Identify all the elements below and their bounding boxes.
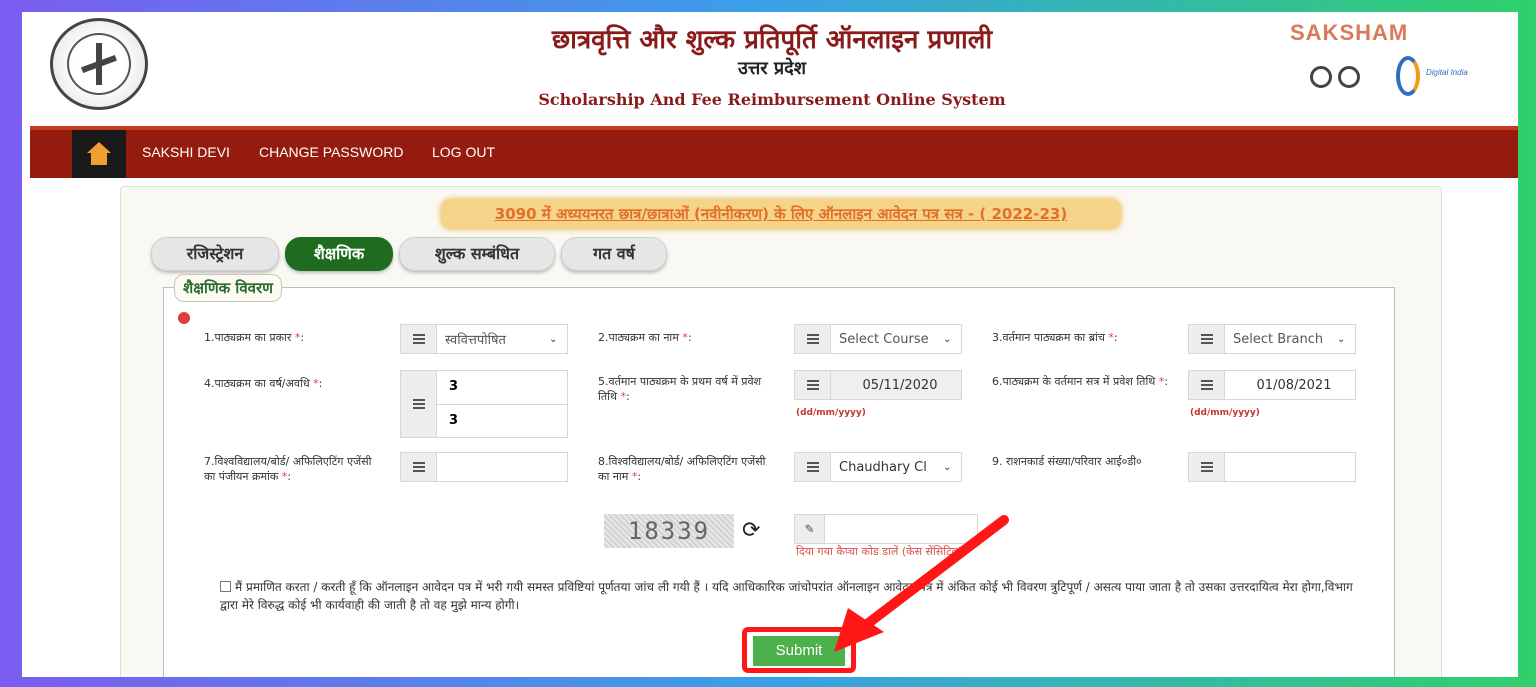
nav-logout[interactable]: LOG OUT <box>432 144 495 160</box>
date-format-hint: (dd/mm/yyyy) <box>796 408 866 418</box>
course-name-select[interactable]: Select Course ⌄ <box>794 324 962 354</box>
state-name: उत्तर प्रदेश <box>738 58 806 79</box>
course-type-label: 1.पाठ्यक्रम का प्रकार *: <box>204 331 305 344</box>
submit-highlight-box: Submit <box>742 627 856 673</box>
branch-label: 3.वर्तमान पाठ्यक्रम का ब्रांच *: <box>992 331 1118 344</box>
course-year-input[interactable]: 3 <box>437 371 567 405</box>
session-admission-label: 6.पाठ्यक्रम के वर्तमान सत्र में प्रवेश त… <box>992 375 1169 388</box>
edit-icon: ✎ <box>795 515 825 543</box>
site-title-english: Scholarship And Fee Reimbursement Online… <box>538 90 1006 109</box>
list-icon <box>806 462 819 472</box>
tab-previous-year[interactable]: गत वर्ष <box>561 237 667 271</box>
board-registration-label: 7.विश्वविद्यालय/बोर्ड/ अफिलिएटिंग एजेंसी… <box>204 455 372 483</box>
cursor-marker <box>178 312 190 324</box>
refresh-captcha-icon[interactable]: ⟳ <box>742 518 760 543</box>
list-icon <box>1200 334 1213 344</box>
branch-select[interactable]: Select Branch ⌄ <box>1188 324 1356 354</box>
session-banner[interactable]: 3090 में अध्ययनरत छात्र/छात्राओं (नवीनीक… <box>441 199 1121 229</box>
date-format-hint: (dd/mm/yyyy) <box>1190 408 1260 418</box>
home-icon <box>86 142 112 166</box>
session-admission-date[interactable]: 01/08/2021 <box>1188 370 1356 400</box>
site-header: छात्रवृत्ति और शुल्क प्रतिपूर्ति ऑनलाइन … <box>22 12 1518 125</box>
first-year-admission-label: 5.वर्तमान पाठ्यक्रम के प्रथम वर्ष में प्… <box>598 375 762 403</box>
saksham-brand: SAKSHAM <box>1290 20 1409 45</box>
course-type-select[interactable]: स्ववित्तपोषित ⌄ <box>400 324 568 354</box>
up-emblem-logo <box>50 18 148 110</box>
top-nav-bar: SAKSHI DEVI CHANGE PASSWORD LOG OUT <box>30 126 1518 178</box>
ration-card-label: 9. राशनकार्ड संख्या/परिवार आई०डी० <box>992 455 1142 468</box>
declaration-text: मैं प्रमाणित करता / करती हूँ कि ऑनलाइन आ… <box>220 580 1353 612</box>
tab-registration[interactable]: रजिस्ट्रेशन <box>151 237 279 271</box>
tab-fee-related[interactable]: शुल्क सम्बंधित <box>399 237 555 271</box>
digital-india-logo: Digital India <box>1394 54 1474 100</box>
swachh-bharat-logo <box>1306 60 1372 96</box>
nav-change-password[interactable]: CHANGE PASSWORD <box>259 144 403 160</box>
list-icon <box>412 462 425 472</box>
list-icon <box>806 380 819 390</box>
chevron-down-icon: ⌄ <box>549 333 558 345</box>
nav-user-name[interactable]: SAKSHI DEVI <box>142 144 230 160</box>
declaration-checkbox[interactable] <box>220 581 231 592</box>
chevron-down-icon: ⌄ <box>1337 333 1346 345</box>
course-duration-input[interactable]: 3 <box>437 405 567 438</box>
course-year-label: 4.पाठ्यक्रम का वर्ष/अवधि *: <box>204 377 323 390</box>
site-title-hindi: छात्रवृत्ति और शुल्क प्रतिपूर्ति ऑनलाइन … <box>551 25 993 55</box>
first-year-admission-date[interactable]: 05/11/2020 <box>794 370 962 400</box>
chevron-down-icon: ⌄ <box>943 461 952 473</box>
browser-frame: छात्रवृत्ति और शुल्क प्रतिपूर्ति ऑनलाइन … <box>22 12 1518 677</box>
captcha-input[interactable]: ✎ <box>794 514 978 544</box>
list-icon <box>1200 380 1213 390</box>
tab-academic[interactable]: शैक्षणिक <box>285 237 393 271</box>
course-name-label: 2.पाठ्यक्रम का नाम *: <box>598 331 692 344</box>
list-icon <box>806 334 819 344</box>
application-panel: 3090 में अध्ययनरत छात्र/छात्राओं (नवीनीक… <box>120 186 1442 677</box>
list-icon <box>1200 462 1213 472</box>
ration-card-input[interactable] <box>1188 452 1356 482</box>
submit-button[interactable]: Submit <box>753 636 845 666</box>
home-button[interactable] <box>72 130 126 178</box>
academic-details-section: शैक्षणिक विवरण 1.पाठ्यक्रम का प्रकार *: … <box>163 274 1395 677</box>
captcha-hint: दिया गया कैप्चा कोड डालें (केस सेंसिटिव)… <box>796 545 968 558</box>
list-icon <box>412 399 425 409</box>
board-registration-input[interactable] <box>400 452 568 482</box>
course-year-group: 3 3 <box>400 370 568 438</box>
chevron-down-icon: ⌄ <box>943 333 952 345</box>
captcha-image: 18339 <box>604 514 734 548</box>
section-legend: शैक्षणिक विवरण <box>174 274 282 302</box>
list-icon <box>412 334 425 344</box>
board-name-select[interactable]: Chaudhary Cl ⌄ <box>794 452 962 482</box>
board-name-label: 8.विश्वविद्यालय/बोर्ड/ अफिलिएटिंग एजेंसी… <box>598 455 766 483</box>
